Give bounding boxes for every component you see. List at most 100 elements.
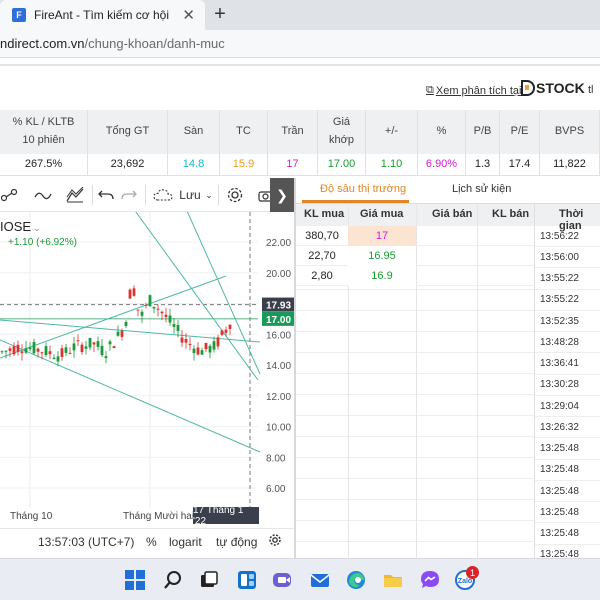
trade-time: 13:25:48 — [535, 460, 600, 481]
trade-time: 13:29:04 — [535, 396, 600, 417]
candle-body — [16, 344, 20, 352]
mail-icon[interactable] — [309, 569, 331, 591]
candle-body — [28, 347, 32, 350]
y-tick-label: 20.00 — [266, 269, 291, 280]
save-dropdown-chevron-icon[interactable]: ⌄ — [202, 184, 216, 206]
save-button[interactable]: Lưu — [178, 184, 202, 206]
new-tab-button[interactable]: + — [209, 3, 231, 25]
address-bar[interactable]: ndirect.com.vn/chung-khoan/danh-muc — [0, 30, 600, 58]
candle-body — [164, 314, 168, 318]
dstock-logo-text: STOCK — [536, 80, 585, 96]
depth-header: KL bán — [492, 208, 530, 220]
percent-scale-toggle[interactable]: % — [146, 535, 157, 549]
candle-body — [184, 339, 188, 343]
notification-badge: 1 — [466, 566, 479, 579]
price-chart[interactable]: 22.0020.0018.0016.0014.0012.0010.008.006… — [0, 212, 294, 526]
wave-tool-icon[interactable] — [32, 184, 54, 206]
tab-title: FireAnt - Tìm kiếm cơ hội — [34, 8, 170, 22]
depth-grid-line — [296, 436, 534, 437]
candle-body — [8, 348, 12, 351]
candle-body — [72, 343, 76, 351]
y-tick-label: 16.00 — [266, 330, 291, 341]
tab-event-history[interactable]: Lịch sử kiện — [452, 183, 511, 195]
chart-symbol[interactable]: IOSE ⌄ — [0, 219, 41, 234]
stats-value-cell: 23,692 — [88, 154, 168, 176]
auto-scale-toggle[interactable]: tự động — [216, 535, 257, 549]
candle-body — [56, 356, 60, 362]
trade-time: 13:56:22 — [535, 226, 600, 247]
messenger-icon[interactable] — [419, 569, 441, 591]
trade-time: 13:25:48 — [535, 524, 600, 545]
node-tool-icon[interactable] — [0, 184, 18, 206]
trade-time-column: Thời gian 13:56:22 13:56:00 13:55:22 13:55:… — [534, 204, 600, 566]
candle-body — [80, 344, 84, 353]
dstock-logo[interactable]: STOCK — [521, 80, 585, 96]
candle-body — [44, 346, 48, 356]
chart-bottom-bar: 13:57:03 (UTC+7) % logarit tự động — [0, 528, 294, 556]
teams-chat-icon[interactable] — [271, 569, 293, 591]
price-chart-svg[interactable]: 22.0020.0018.0016.0014.0012.0010.008.006… — [0, 212, 294, 508]
depth-grid-line — [296, 310, 534, 311]
undo-icon[interactable] — [97, 184, 115, 206]
trade-time: 13:48:28 — [535, 332, 600, 354]
stats-value-cell: 14.8 — [168, 154, 220, 176]
candle-body — [176, 325, 180, 332]
browser-tab[interactable]: F FireAnt - Tìm kiếm cơ hội ✕ — [0, 0, 205, 30]
svg-text:Zalo: Zalo — [458, 578, 472, 585]
settings-gear-icon[interactable] — [224, 184, 246, 206]
stats-header-cell: P/B — [466, 110, 500, 154]
external-analysis-link[interactable]: ⧉ Xem phân tích tại — [426, 84, 521, 97]
candle-body — [52, 357, 56, 359]
tab-market-depth[interactable]: Độ sâu thị trường — [320, 183, 406, 195]
depth-grid-line — [296, 520, 534, 521]
toolbar-expand-arrow-icon[interactable]: ❯ — [270, 178, 294, 212]
windows-start-icon[interactable] — [124, 569, 146, 591]
stats-value-cell: 1.3 — [466, 154, 500, 176]
edge-browser-icon[interactable] — [345, 569, 367, 591]
depth-row[interactable]: 380,70 17 — [296, 226, 534, 246]
file-explorer-icon[interactable] — [382, 569, 404, 591]
candle-body — [208, 345, 212, 353]
candle-body — [216, 337, 220, 347]
depth-grid-line — [296, 478, 534, 479]
widgets-icon[interactable] — [236, 569, 258, 591]
search-icon[interactable] — [162, 569, 184, 591]
stats-header-cell: Trần — [268, 110, 318, 154]
candle-body — [100, 345, 104, 356]
cloud-save-icon[interactable] — [152, 184, 174, 206]
bid-volume: 22,70 — [308, 250, 336, 262]
candle-body — [20, 351, 24, 354]
stats-header-cell: Tổng GT — [88, 110, 168, 154]
header-truncated-text: tl — [588, 84, 594, 96]
fireant-favicon-icon: F — [12, 8, 26, 22]
candle-body — [160, 311, 164, 314]
symbol-chevron-icon: ⌄ — [33, 223, 41, 233]
stats-header-cell: +/- — [366, 110, 418, 154]
candle-body — [4, 350, 8, 352]
url-host: ndirect.com.vn — [0, 36, 85, 51]
candle-body — [76, 340, 80, 342]
candle-body — [24, 348, 28, 353]
external-link-label: Xem phân tích tại — [435, 84, 522, 97]
depth-row[interactable]: 22,70 16.95 — [296, 246, 534, 266]
chart-settings-gear-icon[interactable] — [268, 533, 282, 550]
depth-grid-line — [296, 499, 534, 500]
close-tab-icon[interactable]: ✕ — [182, 6, 195, 24]
depth-header: KL mua — [304, 208, 345, 220]
stats-header-cell: % — [418, 110, 466, 154]
depth-row[interactable]: 2,80 16.9 — [296, 266, 534, 286]
depth-grid-line — [296, 373, 534, 374]
header-divider — [0, 64, 600, 66]
redo-icon[interactable] — [120, 184, 138, 206]
candle-body — [200, 350, 204, 355]
log-scale-toggle[interactable]: logarit — [169, 535, 202, 549]
pattern-tool-icon[interactable] — [64, 184, 86, 206]
candle-body — [32, 341, 36, 354]
trade-time: 13:25:48 — [535, 481, 600, 502]
task-view-icon[interactable] — [198, 569, 220, 591]
candle-body — [36, 348, 40, 352]
candle-body — [88, 337, 92, 348]
crosshair-date-label: 17 Tháng 1 '22 — [193, 505, 259, 527]
x-axis-label: Tháng 10 — [10, 511, 53, 522]
candle-body — [132, 288, 136, 296]
